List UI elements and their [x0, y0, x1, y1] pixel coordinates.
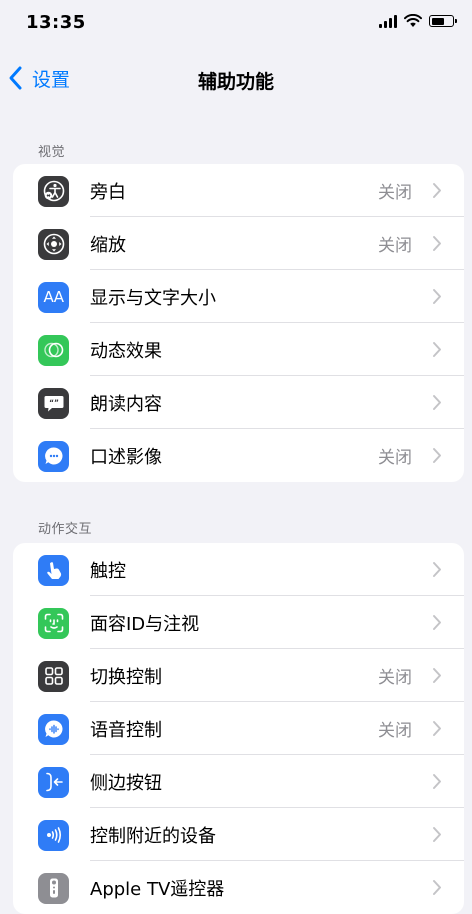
- row-display-text-size[interactable]: AA 显示与文字大小: [13, 270, 464, 323]
- row-value: 关闭: [378, 668, 412, 688]
- row-motion[interactable]: 动态效果: [13, 323, 464, 376]
- chevron-right-icon: [433, 774, 441, 789]
- navigation-bar: 设置 辅助功能: [0, 52, 472, 104]
- chevron-right-icon: [433, 880, 441, 895]
- row-label: 动态效果: [90, 340, 162, 362]
- section-header-vision: 视觉: [38, 145, 66, 160]
- row-audio-descriptions[interactable]: 口述影像 关闭: [13, 429, 464, 482]
- row-control-nearby-devices[interactable]: 控制附近的设备: [13, 808, 464, 861]
- touch-icon: [38, 554, 69, 586]
- status-bar: 13:35: [0, 0, 472, 46]
- voice-control-icon: [38, 713, 69, 745]
- row-label: 面容ID与注视: [90, 613, 200, 635]
- row-spoken-content[interactable]: “” 朗读内容: [13, 376, 464, 429]
- row-switch-control[interactable]: 切换控制 关闭: [13, 649, 464, 702]
- audio-description-icon: [38, 440, 69, 472]
- row-label: 显示与文字大小: [90, 287, 216, 309]
- row-label: 朗读内容: [90, 393, 162, 415]
- row-value: 关闭: [378, 236, 412, 256]
- status-time: 13:35: [26, 12, 86, 33]
- apple-tv-remote-icon: [38, 872, 69, 904]
- switch-control-icon: [38, 660, 69, 692]
- row-label: 语音控制: [90, 719, 162, 741]
- battery-icon: [429, 15, 457, 27]
- row-label: Apple TV遥控器: [90, 878, 225, 900]
- row-label: 缩放: [90, 234, 126, 256]
- row-voice-control[interactable]: 语音控制 关闭: [13, 702, 464, 755]
- settings-group-physical-motor: 触控 面容ID与注视 切换控制 关闭 语音控制 关闭 侧边按钮 控制附近的设备 …: [13, 543, 464, 914]
- row-label: 切换控制: [90, 666, 162, 688]
- row-apple-tv-remote[interactable]: Apple TV遥控器: [13, 861, 464, 914]
- row-label: 侧边按钮: [90, 772, 162, 794]
- row-value: 关闭: [378, 448, 412, 468]
- chevron-right-icon: [433, 395, 441, 410]
- zoom-icon: [38, 228, 69, 260]
- settings-group-vision: 旁白 关闭 缩放 关闭 AA 显示与文字大小 动态效果 “” 朗读内容 口述影像…: [13, 164, 464, 482]
- chevron-right-icon: [433, 448, 441, 463]
- page-title: 辅助功能: [197, 71, 274, 93]
- text-size-icon: AA: [38, 281, 69, 313]
- chevron-right-icon: [433, 342, 441, 357]
- cellular-signal-icon: [379, 14, 397, 28]
- text-size-icon-glyph: AA: [43, 288, 64, 306]
- row-touch[interactable]: 触控: [13, 543, 464, 596]
- row-value: 关闭: [378, 721, 412, 741]
- chevron-right-icon: [433, 562, 441, 577]
- row-face-id-attention[interactable]: 面容ID与注视: [13, 596, 464, 649]
- chevron-right-icon: [433, 721, 441, 736]
- row-label: 控制附近的设备: [90, 825, 216, 847]
- nearby-devices-icon: [38, 819, 69, 851]
- wifi-icon: [404, 14, 422, 27]
- svg-text:“”: “”: [49, 398, 59, 407]
- row-value: 关闭: [378, 183, 412, 203]
- spoken-content-icon: “”: [38, 387, 69, 419]
- row-voiceover[interactable]: 旁白 关闭: [13, 164, 464, 217]
- row-label: 触控: [90, 560, 126, 582]
- motion-icon: [38, 334, 69, 366]
- chevron-right-icon: [433, 289, 441, 304]
- side-button-icon: [38, 766, 69, 798]
- chevron-right-icon: [433, 615, 441, 630]
- row-zoom[interactable]: 缩放 关闭: [13, 217, 464, 270]
- chevron-right-icon: [433, 668, 441, 683]
- chevron-right-icon: [433, 827, 441, 842]
- row-side-button[interactable]: 侧边按钮: [13, 755, 464, 808]
- voiceover-icon: [38, 175, 69, 207]
- row-label: 口述影像: [90, 446, 162, 468]
- section-header-physical-motor: 动作交互: [38, 522, 93, 537]
- status-icons: [379, 14, 457, 28]
- face-id-icon: [38, 607, 69, 639]
- chevron-right-icon: [433, 236, 441, 251]
- chevron-right-icon: [433, 183, 441, 198]
- row-label: 旁白: [90, 181, 126, 203]
